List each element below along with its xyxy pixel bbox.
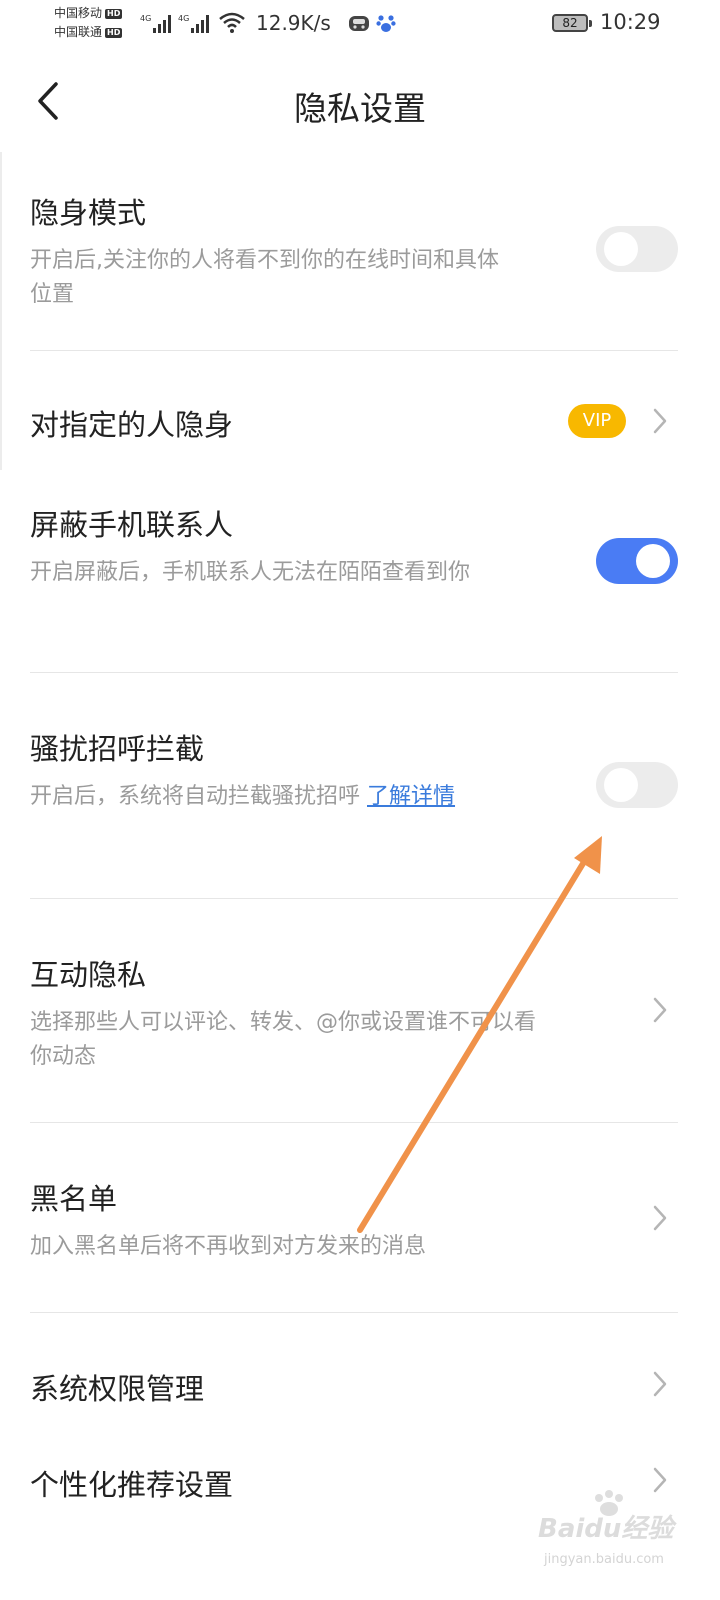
wifi-icon — [219, 12, 245, 33]
chevron-right-icon — [653, 997, 667, 1023]
hd-badge-2: HD — [105, 27, 123, 38]
chevron-right-icon — [653, 1371, 667, 1397]
left-edge-line — [0, 152, 2, 470]
setting-description: 开启后，系统将自动拦截骚扰招呼 了解详情 — [30, 780, 510, 814]
paw-app-icon — [376, 15, 396, 32]
setting-description-text: 开启后，系统将自动拦截骚扰招呼 — [30, 784, 367, 809]
notification-icons — [348, 12, 396, 34]
setting-title: 个性化推荐设置 — [30, 1468, 234, 1502]
divider — [30, 898, 678, 899]
setting-title: 黑名单 — [30, 1182, 118, 1216]
baidu-watermark: Baidu经验 jingyan.baidu.com — [538, 1490, 688, 1590]
chevron-right-icon — [653, 1205, 667, 1231]
setting-description: 开启屏蔽后，手机联系人无法在陌陌查看到你 — [30, 560, 471, 585]
learn-more-link[interactable]: 了解详情 — [367, 784, 455, 809]
watermark-url: jingyan.baidu.com — [544, 1552, 664, 1567]
net-speed-label: 12.9K/s — [256, 11, 331, 35]
setting-title: 系统权限管理 — [30, 1372, 205, 1406]
setting-description: 选择那些人可以评论、转发、@你或设置谁不可以看你动态 — [30, 1010, 537, 1069]
setting-block-contacts: 屏蔽手机联系人 开启屏蔽后，手机联系人无法在陌陌查看到你 — [30, 502, 678, 652]
toggle-knob — [604, 768, 638, 802]
signal-icon-1: 4G — [140, 14, 171, 33]
status-bar: 中国移动 HD 中国联通 HD 4G 4G 12.9K/s 82 10:29 — [0, 0, 720, 48]
setting-invisible-mode: 隐身模式 开启后,关注你的人将看不到你的在线时间和具体位置 — [30, 190, 678, 340]
battery-icon: 82 — [552, 14, 592, 32]
divider — [30, 350, 678, 351]
divider — [30, 1312, 678, 1313]
setting-hide-from-specific[interactable]: 对指定的人隐身 VIP — [30, 380, 678, 464]
setting-title: 对指定的人隐身 — [30, 408, 234, 442]
hd-badge-1: HD — [105, 8, 123, 19]
invisible-mode-toggle[interactable] — [596, 226, 678, 272]
vip-badge: VIP — [568, 404, 626, 438]
chevron-right-icon — [653, 408, 667, 434]
divider — [30, 672, 678, 673]
setting-interaction-privacy[interactable]: 互动隐私 选择那些人可以评论、转发、@你或设置谁不可以看你动态 — [30, 952, 678, 1102]
block-contacts-toggle[interactable] — [596, 538, 678, 584]
setting-system-permissions[interactable]: 系统权限管理 — [30, 1344, 678, 1428]
watermark-brand: Baidu经验 — [538, 1514, 674, 1544]
setting-title: 互动隐私 — [30, 958, 147, 992]
network-type-label-2: 4G — [178, 14, 189, 23]
carrier-2-label: 中国联通 — [54, 25, 103, 39]
top-nav-bar: 隐私设置 — [0, 62, 720, 144]
toggle-knob — [636, 544, 670, 578]
setting-harassment-block: 骚扰招呼拦截 开启后，系统将自动拦截骚扰招呼 了解详情 — [30, 726, 678, 876]
harassment-block-toggle[interactable] — [596, 762, 678, 808]
setting-description: 开启后,关注你的人将看不到你的在线时间和具体位置 — [30, 248, 499, 307]
setting-description: 加入黑名单后将不再收到对方发来的消息 — [30, 1234, 427, 1259]
divider — [30, 1122, 678, 1123]
setting-title: 屏蔽手机联系人 — [30, 508, 234, 542]
signal-icon-2: 4G — [178, 14, 209, 33]
clock: 10:29 — [600, 10, 661, 34]
setting-blacklist[interactable]: 黑名单 加入黑名单后将不再收到对方发来的消息 — [30, 1176, 678, 1286]
game-app-icon — [349, 16, 369, 31]
setting-title: 骚扰招呼拦截 — [30, 732, 205, 766]
toggle-knob — [604, 232, 638, 266]
battery-level: 82 — [562, 16, 578, 30]
carrier-info: 中国移动 HD 中国联通 HD — [54, 4, 123, 42]
network-type-label-1: 4G — [140, 14, 151, 23]
setting-title: 隐身模式 — [30, 196, 147, 230]
page-title: 隐私设置 — [294, 89, 426, 128]
carrier-1-label: 中国移动 — [54, 6, 103, 20]
